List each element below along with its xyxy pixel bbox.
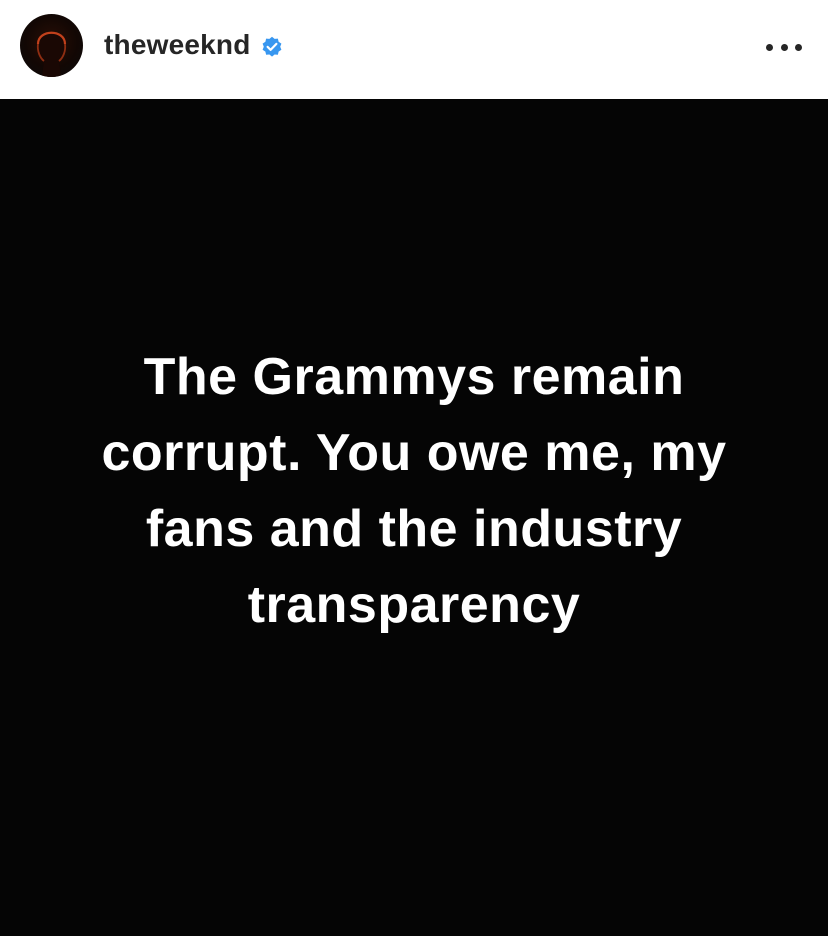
more-dot-icon (795, 43, 802, 51)
verified-badge-icon (262, 36, 282, 57)
more-dot-icon (780, 43, 788, 51)
avatar-portrait-icon (36, 31, 67, 77)
username[interactable]: theweeknd (104, 28, 251, 62)
instagram-post: theweeknd The Grammys remain corrupt. Yo… (0, 0, 828, 936)
post-image[interactable]: The Grammys remain corrupt. You owe me, … (0, 99, 828, 936)
avatar[interactable] (20, 14, 83, 77)
more-dot-icon (766, 43, 773, 51)
post-text-line: transparency (247, 576, 581, 634)
post-image-text: The Grammys remain corrupt. You owe me, … (60, 339, 768, 643)
post-header: theweeknd (0, 0, 828, 99)
more-options-button[interactable] (766, 36, 802, 58)
post-text-line: The Grammys remain (143, 348, 685, 406)
post-text-line: corrupt. You owe me, my (101, 424, 727, 482)
post-text-line: fans and the industry (145, 500, 683, 558)
